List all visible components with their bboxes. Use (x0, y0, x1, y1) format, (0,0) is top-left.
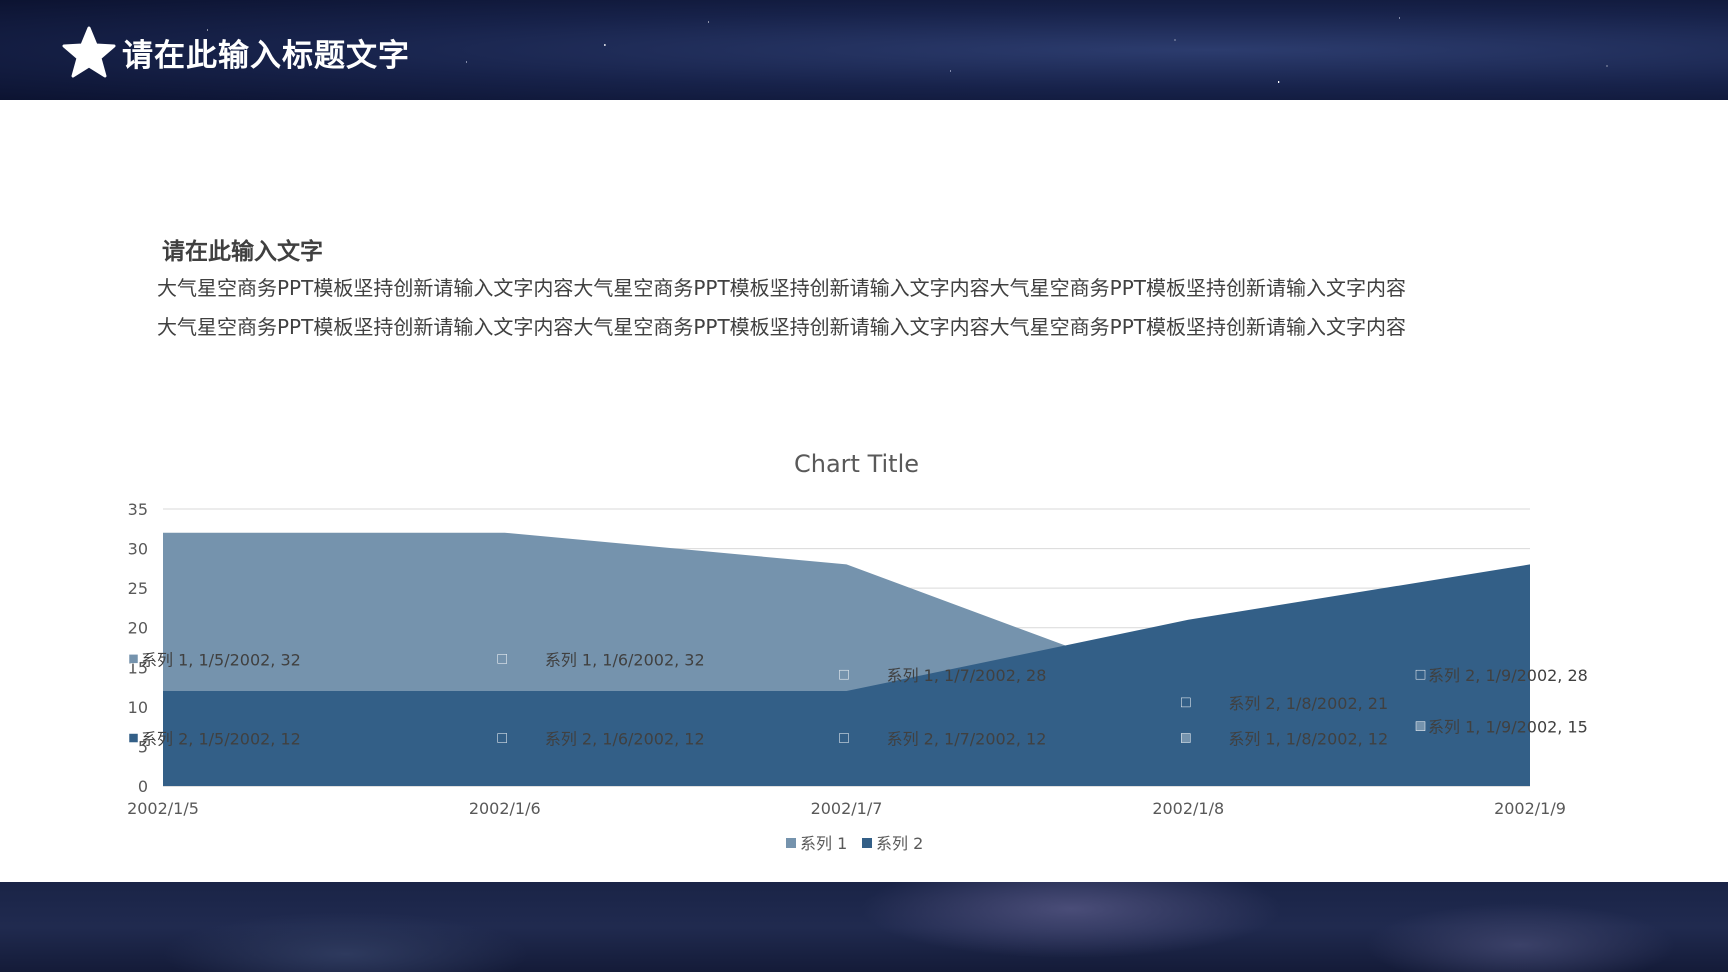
y-tick-label: 35 (128, 500, 148, 519)
data-label: 系列 2, 1/7/2002, 12 (887, 730, 1047, 749)
y-tick-label: 20 (128, 619, 148, 638)
body-text-line-1: 大气星空商务PPT模板坚持创新请输入文字内容大气星空商务PPT模板坚持创新请输入… (157, 276, 1407, 300)
data-label-key (1181, 733, 1191, 743)
footer-banner (0, 882, 1728, 972)
data-label-key (839, 669, 849, 680)
data-label-key (497, 654, 507, 664)
data-label-key (839, 733, 849, 743)
data-label: 系列 1, 1/9/2002, 15 (1428, 718, 1588, 737)
y-tick-label: 0 (138, 777, 148, 796)
chart-title: Chart Title (794, 450, 919, 478)
data-label-key (128, 733, 139, 743)
header-banner: 请在此输入标题文字 (0, 0, 1728, 100)
legend-label-1: 系列 1 (800, 834, 847, 853)
data-label-key (1181, 697, 1191, 708)
body-text-line-2: 大气星空商务PPT模板坚持创新请输入文字内容大气星空商务PPT模板坚持创新请输入… (157, 315, 1407, 339)
x-tick-label: 2002/1/7 (811, 799, 883, 818)
star-icon (62, 26, 116, 78)
legend-swatch-1 (786, 838, 796, 848)
data-label-key (1415, 721, 1426, 731)
data-label: 系列 1, 1/8/2002, 12 (1228, 730, 1388, 749)
data-label-key (1415, 669, 1426, 680)
content-heading: 请在此输入文字 (162, 239, 323, 265)
data-label: 系列 1, 1/7/2002, 28 (887, 666, 1047, 685)
data-label: 系列 1, 1/6/2002, 32 (545, 650, 705, 669)
area-chart: Chart Title051015202530352002/1/5 2002/1/… (127, 450, 1588, 853)
x-tick-label: 2002/1/9 (1494, 799, 1566, 818)
data-label: 系列 2, 1/8/2002, 21 (1228, 694, 1388, 713)
y-tick-label: 30 (128, 540, 148, 559)
legend-swatch-2 (862, 838, 872, 848)
page-title: 请在此输入标题文字 (122, 38, 410, 74)
data-label: 系列 2, 1/9/2002, 28 (1428, 666, 1588, 685)
data-label: 系列 1, 1/5/2002, 32 (141, 650, 301, 669)
x-tick-label: 2002/1/8 (1152, 799, 1224, 818)
legend-label-2: 系列 2 (876, 834, 923, 853)
x-tick-label: 2002/1/6 (469, 799, 541, 818)
data-label-key (128, 654, 139, 664)
y-tick-label: 10 (128, 698, 148, 717)
x-tick-label: 2002/1/5 (127, 799, 199, 818)
data-label: 系列 2, 1/6/2002, 12 (545, 730, 705, 749)
y-tick-label: 25 (128, 579, 148, 598)
data-label: 系列 2, 1/5/2002, 12 (141, 730, 301, 749)
data-label-key (497, 733, 507, 743)
